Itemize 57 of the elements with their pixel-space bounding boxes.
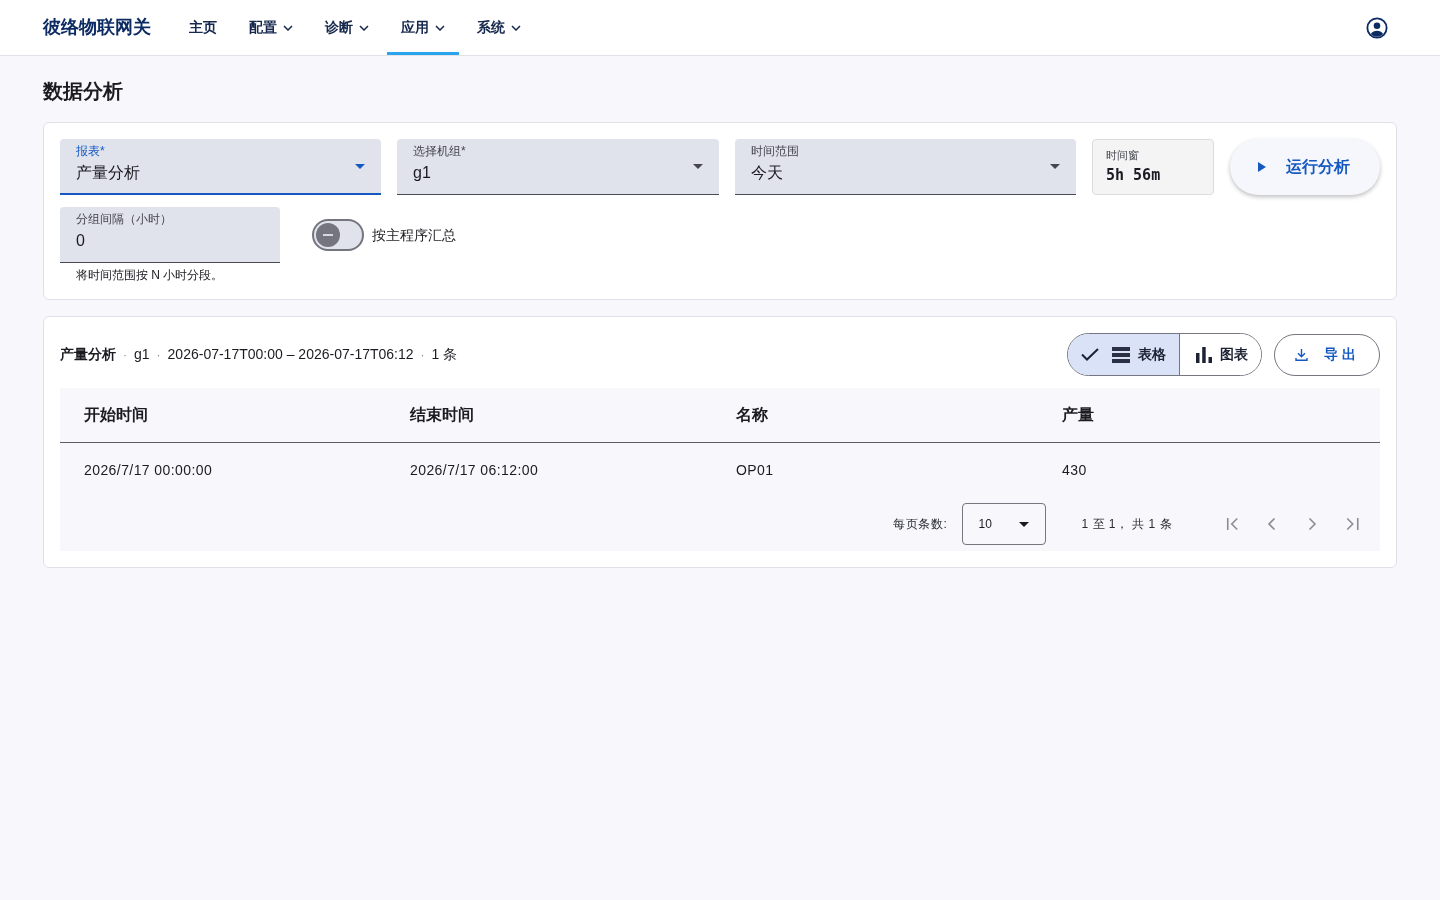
summary-text: 2026-07-17T00:00 – 2026-07-17T06:12 [167,345,414,364]
table-rows-icon [1112,346,1130,363]
brand-title: 彼络物联网关 [43,16,151,39]
export-button[interactable]: 导出 [1274,333,1380,376]
account-icon[interactable] [1366,16,1388,39]
table-cell-text: 430 [1062,460,1087,480]
select-field[interactable]: 时间范围 今天 [735,139,1076,195]
separator-dot: · [156,346,161,364]
run-analysis-button[interactable]: 运行分析 [1230,139,1380,195]
hint-text: 将时间范围按 N 小时分段。 [76,267,224,283]
toggle-switch[interactable] [312,219,364,251]
table-cell-text: 2026/7/17 06:12:00 [410,460,539,480]
toggle-label: 按主程序汇总 [372,225,456,245]
caret-down-icon [1018,521,1029,527]
minus-thumb-icon [316,223,340,247]
table-cell-text: OP01 [736,460,774,480]
caret-down-icon [693,164,703,169]
nav-tab[interactable]: 系统 [463,0,535,55]
field-label: 时间范围 [751,143,799,159]
select-field[interactable]: 选择机组* g1 [397,139,719,195]
separator-dot: · [420,346,425,364]
bar-chart-icon [1196,346,1212,363]
view-segment[interactable]: 图表 [1179,334,1261,375]
field-label: 选择机组* [413,143,466,159]
report-name: 产量分析 [60,345,116,364]
play-icon [1257,162,1266,172]
summary-text: g1 [134,345,150,364]
page-size-label: 每页条数: [893,516,948,533]
caret-down-icon [1050,164,1060,169]
caret-down-icon [355,164,365,169]
column-header: 开始时间 [84,405,148,425]
nav-tab[interactable]: 诊断 [311,0,383,55]
page-size-select[interactable]: 10 [961,503,1046,545]
column-header: 名称 [736,405,768,425]
view-segment[interactable]: 表格 [1068,334,1179,375]
nav-tab[interactable]: 配置 [235,0,307,55]
nav-tab[interactable]: 应用 [387,0,459,55]
download-icon [1295,348,1309,361]
select-value: g1 [413,163,431,183]
select-value: 产量分析 [76,163,140,183]
column-header: 结束时间 [410,405,474,425]
field-label: 报表* [76,143,105,159]
summary-text: 1 条 [431,345,458,364]
check-icon [1081,348,1099,361]
readout-value: 5h 56m [1106,165,1161,186]
readout-label: 时间窗 [1106,148,1139,162]
select-value: 今天 [751,163,783,183]
table-cell-text: 2026/7/17 00:00:00 [84,460,213,480]
field-label: 分组间隔（小时） [76,211,172,227]
separator-dot: · [123,346,127,364]
page-title: 数据分析 [43,79,123,104]
page-range-text: 1 至 1， 共 1 条 [1081,516,1172,533]
nav-tab[interactable]: 主页 [175,0,231,55]
input-value: 0 [76,231,85,251]
column-header: 产量 [1062,405,1094,425]
interval-input-field[interactable]: 分组间隔（小时） 0 [60,207,280,263]
select-field[interactable]: 报表* 产量分析 [60,139,381,195]
